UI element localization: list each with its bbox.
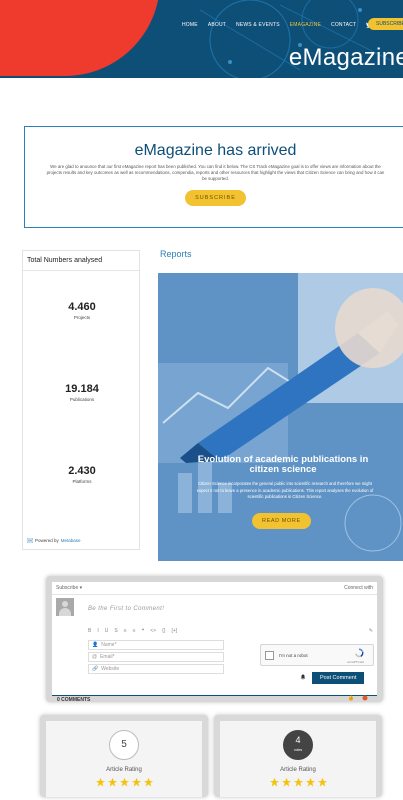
rating-value: 5 <box>109 730 139 760</box>
star-rating[interactable] <box>46 777 202 788</box>
reports-heading: Reports <box>160 249 192 259</box>
main-nav: HOME ABOUT NEWS & EVENTS EMAGAZINE CONTA… <box>182 22 374 28</box>
star-icon[interactable] <box>281 777 292 788</box>
recaptcha-icon <box>355 648 364 658</box>
rating-panel: 4 votes Article Rating <box>220 721 376 797</box>
powered-by-label: Powered by <box>35 538 59 543</box>
report-title: Evolution of academic publications in ci… <box>197 454 369 475</box>
comments-widget: Subscribe ▾ Connect with Be the First to… <box>46 576 383 703</box>
stat-value: 19.184 <box>65 383 99 395</box>
rating-label: Article Rating <box>106 767 142 773</box>
user-icon: 👤 <box>92 642 99 648</box>
stat-publications: 19.184 Publications <box>23 383 141 402</box>
code-block-button[interactable]: {} <box>162 628 165 634</box>
announcement-text: We are glad to anounce that our first eM… <box>46 164 385 181</box>
star-icon[interactable] <box>143 777 154 788</box>
email-field[interactable]: @ Email* <box>88 652 224 662</box>
announcement-box: eMagazine has arrived We are glad to ano… <box>24 126 403 228</box>
stat-platforms: 2.430 Platforms <box>23 465 141 484</box>
at-icon: @ <box>92 654 98 660</box>
connect-with[interactable]: Connect with <box>344 585 373 591</box>
name-placeholder: Name* <box>101 642 117 648</box>
stat-label: Projects <box>73 315 91 320</box>
rating-value: 4 votes <box>283 730 313 760</box>
flame-icon[interactable] <box>348 695 354 701</box>
strike-button[interactable]: S <box>114 628 117 634</box>
email-placeholder: Email* <box>100 654 115 660</box>
header-subscribe-button[interactable]: SUBSCRIBE <box>368 18 403 30</box>
subscribe-button[interactable]: SUBSCRIBE <box>185 190 246 206</box>
star-icon[interactable] <box>119 777 130 788</box>
metabase-link[interactable]: Metabase <box>61 538 81 543</box>
edit-icon[interactable]: ✎ <box>369 628 373 634</box>
metabase-icon <box>27 538 33 543</box>
read-more-button[interactable]: READ MORE <box>252 513 311 529</box>
nav-home[interactable]: HOME <box>182 22 198 28</box>
announcement-title: eMagazine has arrived <box>134 142 297 159</box>
nav-about[interactable]: ABOUT <box>208 22 226 28</box>
menu-icon[interactable] <box>362 695 368 701</box>
powered-by: Powered by Metabase <box>27 538 81 543</box>
star-icon[interactable] <box>269 777 280 788</box>
article-rating-card: 4 votes Article Rating <box>214 715 382 797</box>
link-icon: 🔗 <box>92 666 99 672</box>
rating-votes: votes <box>293 748 303 752</box>
avatar-head <box>62 601 68 607</box>
star-icon[interactable] <box>95 777 106 788</box>
stats-title: Total Numbers analysed <box>23 251 139 271</box>
star-icon[interactable] <box>317 777 328 788</box>
stat-label: Platforms <box>72 479 92 484</box>
name-field[interactable]: 👤 Name* <box>88 640 224 650</box>
quote-button[interactable]: ❝ <box>142 628 145 634</box>
italic-button[interactable]: I <box>97 628 98 634</box>
bold-button[interactable]: B <box>88 628 91 634</box>
ordered-list-button[interactable]: ≡ <box>124 628 127 634</box>
rating-label: Article Rating <box>280 767 316 773</box>
report-text: Citizen Science incorporates the general… <box>196 481 374 499</box>
rating-panel: 5 Article Rating <box>46 721 202 797</box>
unordered-list-button[interactable]: ≡ <box>133 628 136 634</box>
editor-toolbar: B I U S ≡ ≡ ❝ <> {} [+] ✎ <box>88 628 373 634</box>
code-button[interactable]: <> <box>150 628 156 634</box>
comments-panel: Subscribe ▾ Connect with Be the First to… <box>52 582 377 703</box>
star-icon[interactable] <box>107 777 118 788</box>
star-icon[interactable] <box>131 777 142 788</box>
spoiler-button[interactable]: [+] <box>171 628 177 634</box>
comments-divider <box>52 695 377 696</box>
stat-label: Publications <box>69 397 95 402</box>
star-rating[interactable] <box>220 777 376 788</box>
stats-panel: Total Numbers analysed 4.460 Projects 19… <box>22 250 140 550</box>
underline-button[interactable]: U <box>105 628 109 634</box>
nav-news-events[interactable]: NEWS & EVENTS <box>236 22 280 28</box>
comments-topbar: Subscribe ▾ Connect with <box>52 582 377 595</box>
subscribe-dropdown[interactable]: Subscribe ▾ <box>56 585 82 591</box>
nav-emagazine[interactable]: EMAGAZINE <box>290 22 321 28</box>
stat-projects: 4.460 Projects <box>23 301 141 320</box>
star-icon[interactable] <box>293 777 304 788</box>
captcha-checkbox[interactable] <box>265 651 274 660</box>
site-header: HOME ABOUT NEWS & EVENTS EMAGAZINE CONTA… <box>0 0 403 78</box>
avatar-body <box>59 608 71 616</box>
rating-number: 4 <box>295 735 301 745</box>
bell-icon[interactable] <box>300 674 306 680</box>
website-placeholder: Website <box>101 666 120 672</box>
captcha-label: I'm not a robot <box>279 653 308 658</box>
recaptcha-widget: I'm not a robot reCAPTCHA <box>260 644 374 666</box>
captcha-brand: reCAPTCHA <box>347 660 365 664</box>
nav-contact[interactable]: CONTACT <box>331 22 356 28</box>
post-comment-button[interactable]: Post Comment <box>312 672 365 684</box>
avatar <box>56 598 74 616</box>
article-rating-card: 5 Article Rating <box>40 715 208 797</box>
comment-input[interactable]: Be the First to Comment! <box>88 606 164 612</box>
stat-value: 4.460 <box>68 301 96 313</box>
star-icon[interactable] <box>305 777 316 788</box>
page-title: eMagazine <box>288 44 403 71</box>
report-card[interactable]: Evolution of academic publications in ci… <box>158 273 403 561</box>
stat-value: 2.430 <box>68 465 96 477</box>
website-field[interactable]: 🔗 Website <box>88 664 224 674</box>
comment-count: 0 COMMENTS <box>57 697 91 703</box>
